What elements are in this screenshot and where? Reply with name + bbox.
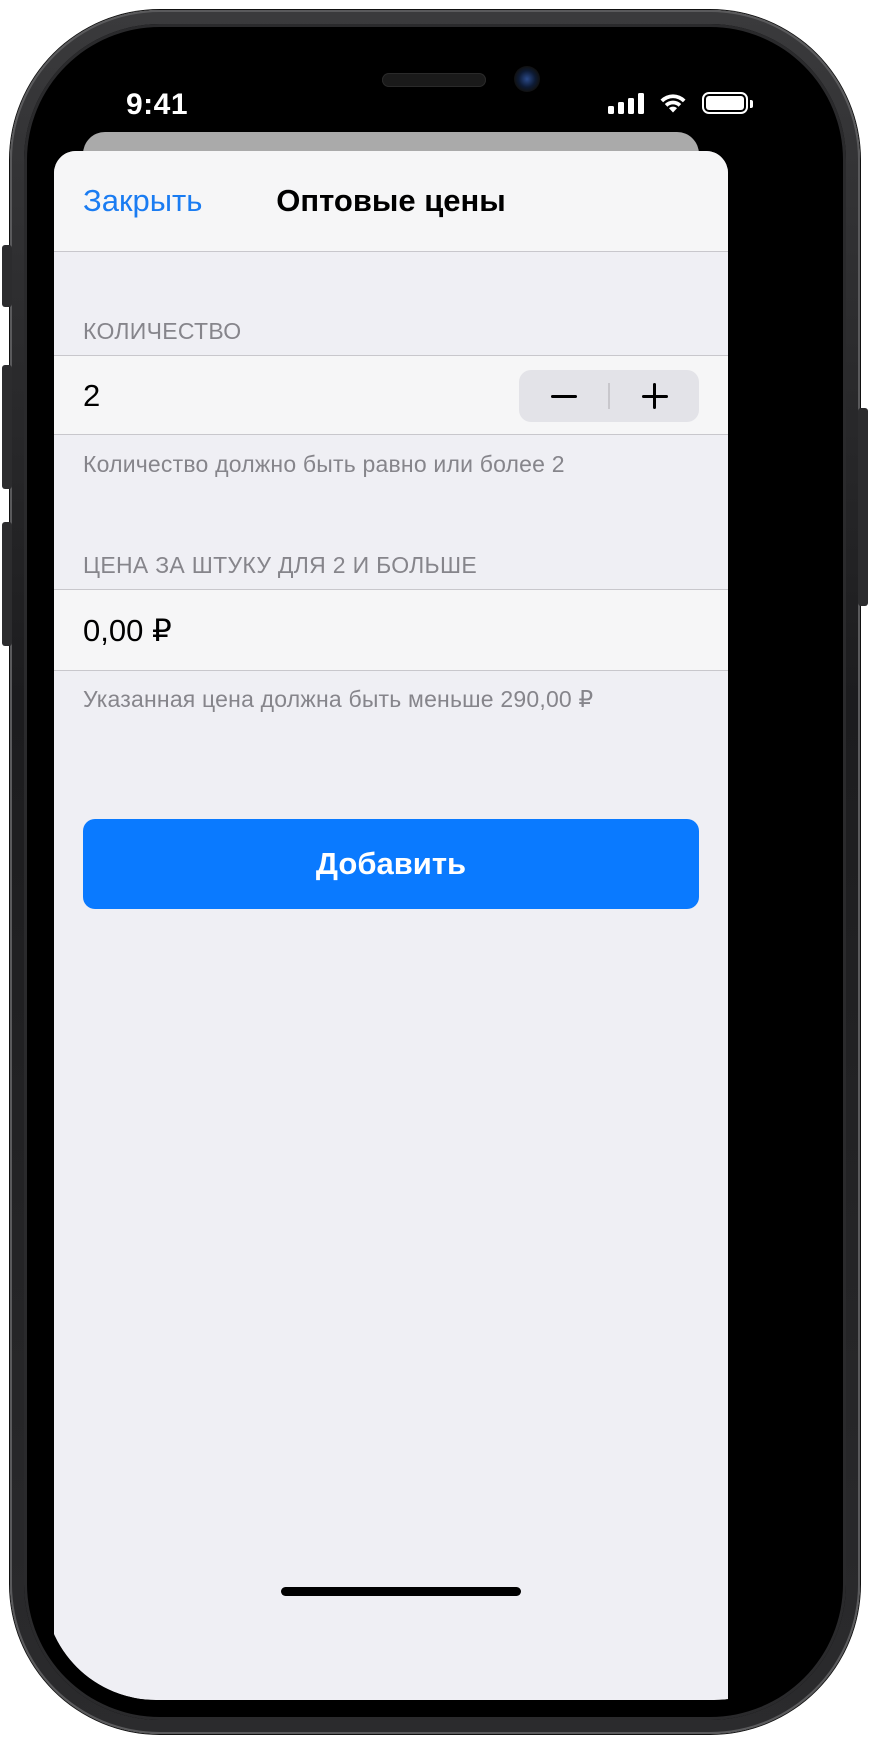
quantity-value[interactable]: 2 [83, 378, 100, 414]
volume-down-button [2, 522, 12, 646]
increment-button[interactable] [610, 370, 699, 422]
close-button[interactable]: Закрыть [83, 183, 202, 219]
quantity-cell: 2 [54, 355, 728, 435]
add-button[interactable]: Добавить [83, 819, 699, 909]
wholesale-prices-sheet: Оптовые цены Закрыть КОЛИЧЕСТВО 2 Количе… [54, 151, 728, 1700]
volume-up-button [2, 365, 12, 489]
minus-icon [550, 394, 577, 398]
price-hint: Указанная цена должна быть меньше 290,00… [83, 686, 594, 712]
price-field[interactable]: 0,00 ₽ [83, 613, 172, 649]
quantity-section-header: КОЛИЧЕСТВО [83, 318, 242, 344]
power-button [858, 408, 868, 606]
navigation-bar: Оптовые цены Закрыть [54, 151, 728, 252]
price-section-header: ЦЕНА ЗА ШТУКУ ДЛЯ 2 И БОЛЬШЕ [83, 552, 477, 578]
screen: 9:41 Оптовые цены Закрыть КОЛИЧЕСТВО 2 К… [44, 44, 826, 1700]
quantity-stepper [519, 370, 699, 422]
plus-icon [641, 383, 668, 409]
mute-switch [2, 245, 12, 307]
home-indicator [281, 1587, 521, 1596]
price-cell: 0,00 ₽ [54, 589, 728, 671]
decrement-button[interactable] [519, 370, 608, 422]
quantity-hint: Количество должно быть равно или более 2 [83, 451, 565, 477]
